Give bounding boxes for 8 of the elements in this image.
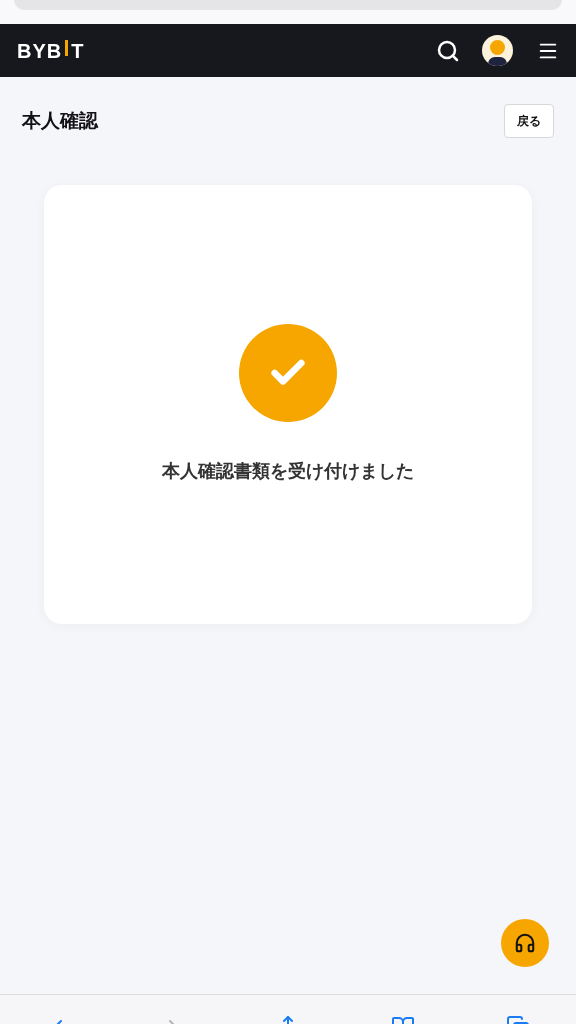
- page-title: 本人確認: [22, 108, 98, 133]
- search-icon[interactable]: [436, 38, 460, 63]
- back-button[interactable]: 戻る: [504, 104, 554, 138]
- support-button[interactable]: [501, 919, 549, 967]
- headset-icon: [514, 932, 536, 954]
- avatar-icon[interactable]: [482, 35, 513, 66]
- status-message: 本人確認書類を受け付けました: [162, 460, 414, 483]
- logo[interactable]: BYB T: [17, 35, 85, 66]
